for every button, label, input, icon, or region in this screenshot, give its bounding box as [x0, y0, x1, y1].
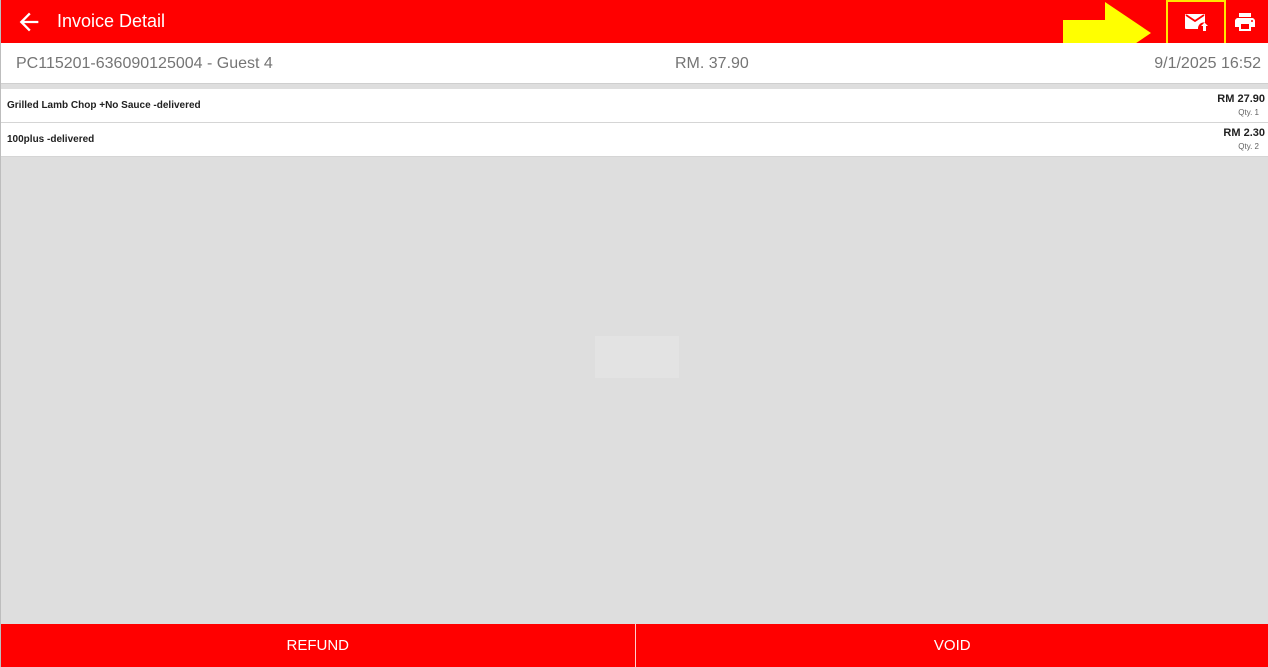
- invoice-items-list: Grilled Lamb Chop +No Sauce -delivered R…: [1, 89, 1268, 157]
- invoice-number: PC115201-636090125004 - Guest 4: [16, 55, 273, 72]
- bottom-action-bar: REFUND VOID: [1, 624, 1268, 667]
- email-send-icon: [1185, 14, 1208, 31]
- item-qty: Qty. 2: [1238, 142, 1259, 151]
- item-name: Grilled Lamb Chop +No Sauce -delivered: [7, 100, 201, 111]
- void-button[interactable]: VOID: [636, 624, 1268, 667]
- back-button[interactable]: [15, 8, 43, 36]
- print-button[interactable]: [1233, 10, 1257, 34]
- empty-placeholder: [595, 336, 679, 378]
- top-app-bar: Invoice Detail: [1, 0, 1268, 64]
- divider: [634, 624, 636, 667]
- refund-button[interactable]: REFUND: [1, 624, 635, 667]
- item-price: RM 2.30: [1223, 127, 1265, 139]
- printer-icon: [1235, 13, 1255, 31]
- page-title: Invoice Detail: [57, 11, 166, 31]
- arrow-left-icon: [19, 12, 39, 32]
- item-price: RM 27.90: [1217, 93, 1265, 105]
- list-item[interactable]: 100plus -delivered RM 2.30 Qty. 2: [1, 123, 1268, 157]
- email-invoice-button[interactable]: [1184, 10, 1210, 34]
- item-name: 100plus -delivered: [7, 134, 95, 145]
- item-qty: Qty. 1: [1238, 108, 1259, 117]
- app-window: Invoice Detail PC115201-636090125004 - G…: [0, 0, 1268, 667]
- invoice-amount: RM. 37.90: [675, 55, 749, 72]
- list-item[interactable]: Grilled Lamb Chop +No Sauce -delivered R…: [1, 89, 1268, 123]
- invoice-datetime: 9/1/2025 16:52: [1154, 55, 1261, 72]
- invoice-summary: PC115201-636090125004 - Guest 4 RM. 37.9…: [1, 43, 1268, 84]
